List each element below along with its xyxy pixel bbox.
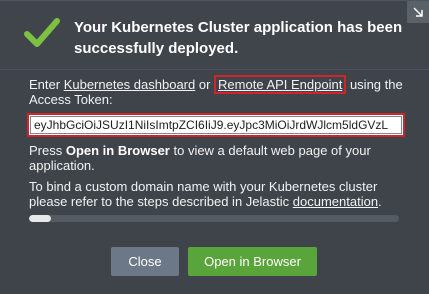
deploy-success-dialog: Your Kubernetes Cluster application has … bbox=[0, 0, 429, 294]
custom-domain-info: To bind a custom domain name with your K… bbox=[29, 179, 382, 209]
kubernetes-dashboard-link[interactable]: Kubernetes dashboard bbox=[64, 77, 196, 92]
header-divider bbox=[0, 69, 429, 70]
horizontal-scrollbar[interactable] bbox=[29, 215, 399, 222]
dialog-header: Your Kubernetes Cluster application has … bbox=[0, 1, 429, 71]
check-icon bbox=[24, 18, 60, 47]
access-token-box bbox=[27, 113, 405, 137]
open-in-browser-button[interactable]: Open in Browser bbox=[188, 247, 317, 276]
endpoint-highlight: Remote API Endpoint bbox=[214, 75, 347, 94]
remote-api-endpoint-link[interactable]: Remote API Endpoint bbox=[218, 77, 342, 92]
scrollbar-thumb[interactable] bbox=[29, 215, 52, 222]
access-token-field[interactable] bbox=[30, 116, 402, 134]
corner-resize-icon[interactable] bbox=[407, 1, 429, 23]
open-browser-info: Press Open in Browser to view a default … bbox=[29, 143, 371, 173]
documentation-link[interactable]: documentation bbox=[293, 194, 378, 209]
dialog-title: Your Kubernetes Cluster application has … bbox=[74, 19, 403, 57]
intro-text: Enter Kubernetes dashboard or Remote API… bbox=[29, 75, 403, 107]
close-button[interactable]: Close bbox=[111, 247, 179, 276]
